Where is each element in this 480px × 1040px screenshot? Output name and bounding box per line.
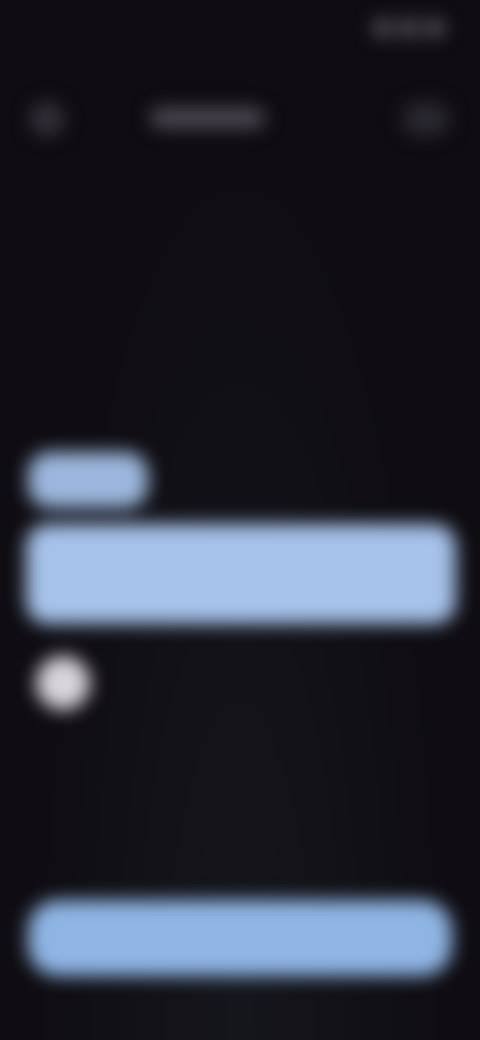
chip-label bbox=[28, 452, 48, 478]
card-text bbox=[26, 524, 46, 550]
more-options-icon[interactable] bbox=[402, 102, 450, 136]
battery-icon bbox=[426, 20, 444, 36]
label-chip[interactable] bbox=[28, 452, 148, 508]
content-card[interactable] bbox=[26, 524, 456, 624]
header bbox=[0, 90, 480, 150]
wifi-icon bbox=[400, 20, 418, 36]
primary-button[interactable] bbox=[28, 900, 452, 976]
back-arrow-icon[interactable] bbox=[30, 102, 64, 136]
signal-icon bbox=[374, 20, 392, 36]
primary-button-label bbox=[28, 900, 48, 926]
page-title bbox=[150, 108, 265, 128]
status-icons bbox=[374, 20, 444, 36]
avatar[interactable] bbox=[36, 656, 90, 710]
app-screen bbox=[0, 0, 480, 1040]
status-bar bbox=[30, 14, 450, 44]
blurred-content-layer bbox=[0, 0, 480, 1040]
